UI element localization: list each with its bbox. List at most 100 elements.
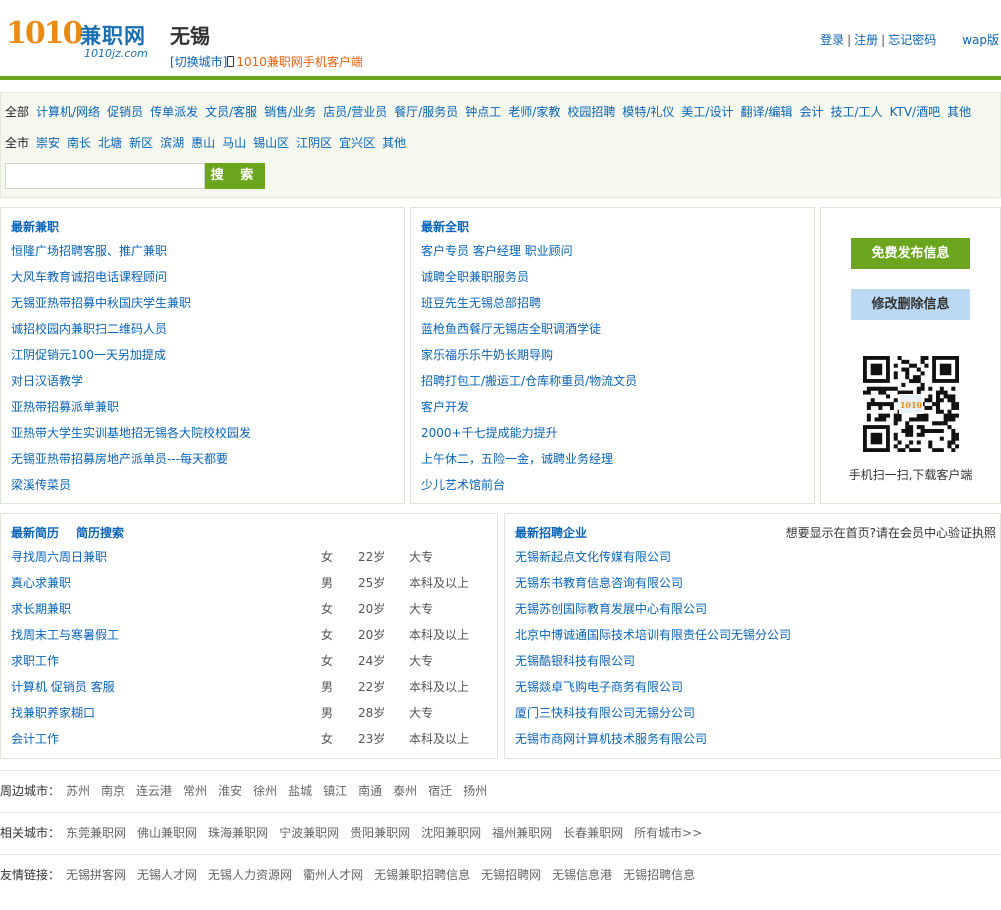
related-city-link[interactable]: 福州兼职网: [492, 826, 552, 840]
switch-city-link[interactable]: [切换城市]: [170, 55, 227, 69]
company-link[interactable]: 无锡酷银科技有限公司: [515, 648, 791, 674]
part-time-job-link[interactable]: 无锡亚热带招募房地产派单员---每天都要: [11, 446, 251, 472]
part-time-job-link[interactable]: 无锡亚热带招募中秋国庆学生兼职: [11, 290, 251, 316]
nearby-city-link[interactable]: 淮安: [218, 784, 242, 798]
part-time-job-link[interactable]: 大风车教育诚招电话课程顾问: [11, 264, 251, 290]
related-city-link[interactable]: 长春兼职网: [563, 826, 623, 840]
company-link[interactable]: 无锡新起点文化传媒有限公司: [515, 544, 791, 570]
friend-link[interactable]: 无锡信息港: [552, 868, 612, 882]
category-link[interactable]: 全部: [5, 105, 29, 119]
nearby-city-link[interactable]: 扬州: [463, 784, 487, 798]
related-city-link[interactable]: 所有城市>>: [634, 826, 702, 840]
category-link[interactable]: 老师/家教: [508, 105, 560, 119]
category-link[interactable]: 模特/礼仪: [622, 105, 674, 119]
full-time-job-link[interactable]: 家乐福乐乐牛奶长期导购: [421, 342, 637, 368]
company-link[interactable]: 厦门三快科技有限公司无锡分公司: [515, 700, 791, 726]
friend-link[interactable]: 衢州人才网: [303, 868, 363, 882]
district-link[interactable]: 北塘: [98, 136, 122, 150]
part-time-job-link[interactable]: 亚热带招募派单兼职: [11, 394, 251, 420]
latest-resumes-title[interactable]: 最新简历: [11, 524, 59, 541]
nearby-city-link[interactable]: 常州: [183, 784, 207, 798]
category-link[interactable]: 校园招聘: [567, 105, 615, 119]
related-city-link[interactable]: 宁波兼职网: [279, 826, 339, 840]
latest-companies-title[interactable]: 最新招聘企业: [515, 524, 587, 541]
search-button[interactable]: 搜 索: [205, 163, 265, 189]
category-link[interactable]: 店员/营业员: [323, 105, 387, 119]
category-link[interactable]: 文员/客服: [205, 105, 257, 119]
friend-link[interactable]: 无锡兼职招聘信息: [374, 868, 470, 882]
resume-title-link[interactable]: 真心求兼职: [11, 570, 71, 596]
resume-title-link[interactable]: 寻找周六周日兼职: [11, 544, 107, 570]
category-link[interactable]: 其他: [947, 105, 971, 119]
friend-link[interactable]: 无锡招聘信息: [623, 868, 695, 882]
district-link[interactable]: 其他: [382, 136, 406, 150]
friend-link[interactable]: 无锡拼客网: [66, 868, 126, 882]
resume-search-link[interactable]: 简历搜索: [76, 524, 124, 541]
resume-title-link[interactable]: 找兼职养家糊口: [11, 700, 95, 726]
district-link[interactable]: 崇安: [36, 136, 60, 150]
nearby-city-link[interactable]: 盐城: [288, 784, 312, 798]
district-link[interactable]: 滨湖: [160, 136, 184, 150]
nearby-city-link[interactable]: 连云港: [136, 784, 172, 798]
related-city-link[interactable]: 珠海兼职网: [208, 826, 268, 840]
full-time-job-link[interactable]: 招聘打包工/搬运工/仓库称重员/物流文员: [421, 368, 637, 394]
resume-title-link[interactable]: 找周末工与寒暑假工: [11, 622, 119, 648]
category-link[interactable]: 餐厅/服务员: [394, 105, 458, 119]
part-time-job-link[interactable]: 亚热带大学生实训基地招无锡各大院校校园发: [11, 420, 251, 446]
related-city-link[interactable]: 贵阳兼职网: [350, 826, 410, 840]
full-time-job-link[interactable]: 班豆先生无锡总部招聘: [421, 290, 637, 316]
category-link[interactable]: 促销员: [107, 105, 143, 119]
district-link[interactable]: 惠山: [191, 136, 215, 150]
district-link[interactable]: 全市: [5, 136, 29, 150]
company-link[interactable]: 无锡市商网计算机技术服务有限公司: [515, 726, 791, 752]
full-time-job-link[interactable]: 2000+千七提成能力提升: [421, 420, 637, 446]
nearby-city-link[interactable]: 徐州: [253, 784, 277, 798]
category-link[interactable]: 会计: [800, 105, 824, 119]
friend-link[interactable]: 无锡人才网: [137, 868, 197, 882]
district-link[interactable]: 马山: [222, 136, 246, 150]
category-link[interactable]: KTV/酒吧: [890, 105, 941, 119]
login-link[interactable]: 登录: [820, 33, 844, 47]
resume-title-link[interactable]: 会计工作: [11, 726, 59, 752]
publish-button[interactable]: 免费发布信息: [851, 238, 970, 269]
district-link[interactable]: 南长: [67, 136, 91, 150]
nearby-city-link[interactable]: 宿迁: [428, 784, 452, 798]
resume-title-link[interactable]: 计算机 促销员 客服: [11, 674, 115, 700]
nearby-city-link[interactable]: 泰州: [393, 784, 417, 798]
district-link[interactable]: 锡山区: [253, 136, 289, 150]
friend-link[interactable]: 无锡招聘网: [481, 868, 541, 882]
site-logo[interactable]: 1010 兼职网 1010jz.com: [6, 14, 156, 64]
related-city-link[interactable]: 东莞兼职网: [66, 826, 126, 840]
full-time-job-link[interactable]: 诚聘全职兼职服务员: [421, 264, 637, 290]
category-link[interactable]: 销售/业务: [264, 105, 316, 119]
district-link[interactable]: 江阴区: [296, 136, 332, 150]
part-time-job-link[interactable]: 梁溪传菜员: [11, 472, 251, 498]
full-time-job-link[interactable]: 少儿艺术馆前台: [421, 472, 637, 498]
full-time-job-link[interactable]: 蓝枪鱼西餐厅无锡店全职调酒学徒: [421, 316, 637, 342]
company-link[interactable]: 无锡燚卓飞购电子商务有限公司: [515, 674, 791, 700]
forgot-password-link[interactable]: 忘记密码: [888, 33, 936, 47]
district-link[interactable]: 新区: [129, 136, 153, 150]
full-time-job-link[interactable]: 客户开发: [421, 394, 637, 420]
full-time-job-link[interactable]: 客户专员 客户经理 职业顾问: [421, 238, 637, 264]
latest-full-time-title[interactable]: 最新全职: [421, 218, 469, 235]
register-link[interactable]: 注册: [854, 33, 878, 47]
mobile-app-link[interactable]: 1010兼职网手机客户端: [236, 55, 363, 69]
part-time-job-link[interactable]: 对日汉语教学: [11, 368, 251, 394]
category-link[interactable]: 钟点工: [465, 105, 501, 119]
company-link[interactable]: 无锡苏创国际教育发展中心有限公司: [515, 596, 791, 622]
resume-title-link[interactable]: 求长期兼职: [11, 596, 71, 622]
category-link[interactable]: 传单派发: [150, 105, 198, 119]
related-city-link[interactable]: 佛山兼职网: [137, 826, 197, 840]
nearby-city-link[interactable]: 镇江: [323, 784, 347, 798]
search-input[interactable]: [5, 163, 205, 189]
category-link[interactable]: 计算机/网络: [36, 105, 100, 119]
resume-title-link[interactable]: 求职工作: [11, 648, 59, 674]
related-city-link[interactable]: 沈阳兼职网: [421, 826, 481, 840]
edit-delete-button[interactable]: 修改删除信息: [851, 289, 970, 320]
category-link[interactable]: 美工/设计: [681, 105, 733, 119]
category-link[interactable]: 技工/工人: [831, 105, 883, 119]
category-link[interactable]: 翻译/编辑: [740, 105, 792, 119]
latest-part-time-title[interactable]: 最新兼职: [11, 218, 59, 235]
nearby-city-link[interactable]: 南京: [101, 784, 125, 798]
